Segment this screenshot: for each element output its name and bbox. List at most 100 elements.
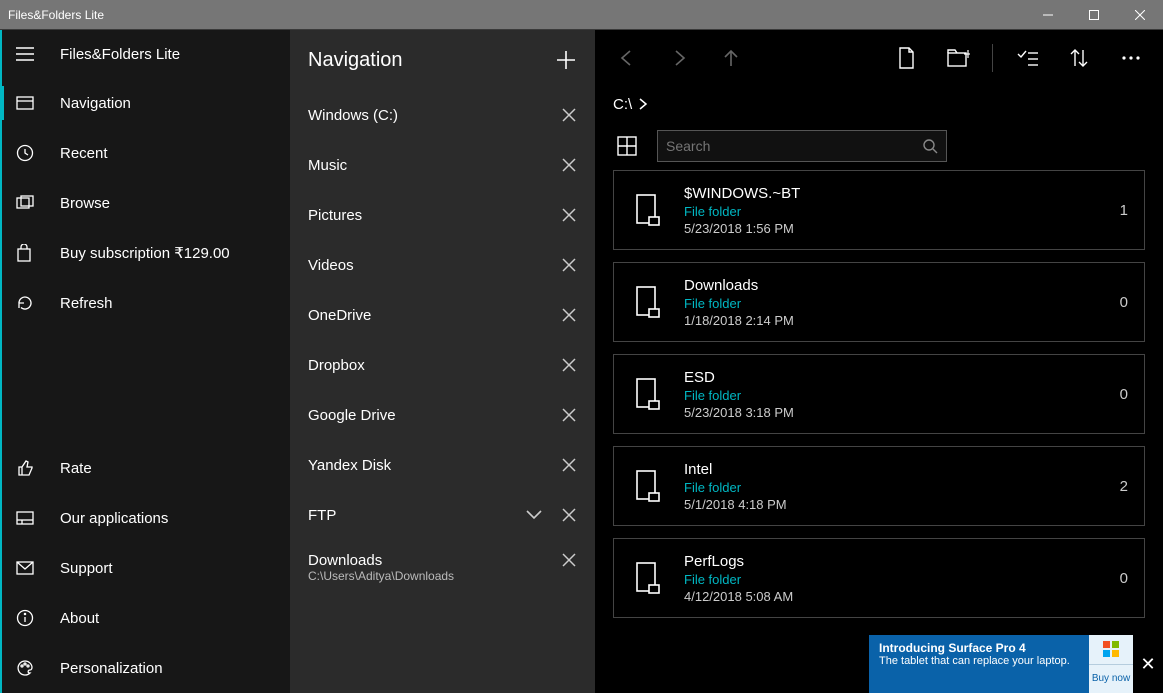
- sidebar-item-navigation[interactable]: Navigation: [2, 78, 290, 128]
- search-box[interactable]: [657, 130, 947, 162]
- file-date: 5/23/2018 1:56 PM: [684, 221, 1102, 236]
- file-type: File folder: [684, 204, 1102, 219]
- file-item[interactable]: ESD File folder 5/23/2018 3:18 PM 0: [613, 354, 1145, 434]
- ad-cta[interactable]: Buy now: [1089, 664, 1133, 693]
- navpanel-item-pictures[interactable]: Pictures: [290, 190, 595, 240]
- navpanel-item-label: Dropbox: [308, 357, 365, 374]
- navpanel-item-label: Videos: [308, 257, 354, 274]
- sidebar-spacer: [2, 328, 290, 443]
- file-count: 0: [1120, 570, 1128, 587]
- file-date: 4/12/2018 5:08 AM: [684, 589, 1102, 604]
- file-count: 0: [1120, 386, 1128, 403]
- toolbar-separator: [992, 44, 993, 72]
- view-mode-button[interactable]: [613, 132, 641, 160]
- navpanel-item-ftp[interactable]: FTP: [290, 490, 595, 540]
- forward-button[interactable]: [655, 34, 703, 82]
- navpanel-item-path: C:\Users\Aditya\Downloads: [308, 569, 454, 583]
- sidebar-item-browse[interactable]: Browse: [2, 178, 290, 228]
- sidebar-item-label: Support: [48, 560, 113, 577]
- navpanel-item-label: OneDrive: [308, 307, 371, 324]
- search-icon: [922, 138, 938, 154]
- sidebar-item-label: Our applications: [48, 510, 168, 527]
- navpanel-item-label: Downloads: [308, 552, 382, 569]
- file-type: File folder: [684, 480, 1102, 495]
- ad-content[interactable]: Introducing Surface Pro 4 The tablet tha…: [869, 635, 1089, 693]
- breadcrumb[interactable]: C:\: [595, 86, 1163, 122]
- remove-icon[interactable]: [561, 257, 577, 273]
- app-name: Files&Folders Lite: [48, 46, 180, 63]
- sidebar-item-recent[interactable]: Recent: [2, 128, 290, 178]
- back-button[interactable]: [603, 34, 651, 82]
- file-type: File folder: [684, 572, 1102, 587]
- file-count: 2: [1120, 478, 1128, 495]
- more-button[interactable]: [1107, 34, 1155, 82]
- navpanel-item-windows-c[interactable]: Windows (C:): [290, 90, 595, 140]
- remove-icon[interactable]: [561, 407, 577, 423]
- search-input[interactable]: [666, 138, 922, 154]
- remove-icon[interactable]: [561, 307, 577, 323]
- new-folder-button[interactable]: [934, 34, 982, 82]
- toolbar: [595, 30, 1163, 86]
- thumbs-up-icon: [16, 459, 48, 477]
- window-title: Files&Folders Lite: [8, 8, 1025, 22]
- navpanel-item-music[interactable]: Music: [290, 140, 595, 190]
- sort-button[interactable]: [1055, 34, 1103, 82]
- file-item[interactable]: Downloads File folder 1/18/2018 2:14 PM …: [613, 262, 1145, 342]
- sidebar-item-support[interactable]: Support: [2, 543, 290, 593]
- file-type: File folder: [684, 388, 1102, 403]
- select-button[interactable]: [1003, 34, 1051, 82]
- file-name: PerfLogs: [684, 553, 1102, 570]
- ad-close-button[interactable]: ✕: [1133, 635, 1163, 693]
- sidebar-item-label: Rate: [48, 460, 92, 477]
- sidebar-item-our-applications[interactable]: Our applications: [2, 493, 290, 543]
- microsoft-logo-icon: [1089, 635, 1133, 664]
- clock-icon: [16, 144, 48, 162]
- navpanel-item-downloads[interactable]: Downloads C:\Users\Aditya\Downloads: [290, 540, 595, 594]
- sidebar-item-about[interactable]: About: [2, 593, 290, 643]
- breadcrumb-text: C:\: [613, 96, 632, 113]
- navpanel-item-onedrive[interactable]: OneDrive: [290, 290, 595, 340]
- navpanel-item-google-drive[interactable]: Google Drive: [290, 390, 595, 440]
- remove-icon[interactable]: [561, 507, 577, 523]
- folder-icon: [630, 377, 666, 411]
- navpanel-item-dropbox[interactable]: Dropbox: [290, 340, 595, 390]
- sidebar-item-rate[interactable]: Rate: [2, 443, 290, 493]
- new-file-button[interactable]: [882, 34, 930, 82]
- navpanel-item-label: FTP: [308, 507, 336, 524]
- sidebar-item-label: Refresh: [48, 295, 113, 312]
- sidebar-item-personalization[interactable]: Personalization: [2, 643, 290, 693]
- maximize-button[interactable]: [1071, 0, 1117, 30]
- navpanel-item-yandex-disk[interactable]: Yandex Disk: [290, 440, 595, 490]
- navpanel-item-videos[interactable]: Videos: [290, 240, 595, 290]
- navigation-icon: [16, 96, 48, 110]
- apps-icon: [16, 511, 48, 525]
- file-item[interactable]: PerfLogs File folder 4/12/2018 5:08 AM 0: [613, 538, 1145, 618]
- sidebar-item-buy-subscription[interactable]: Buy subscription ₹129.00: [2, 228, 290, 278]
- file-name: Intel: [684, 461, 1102, 478]
- sidebar-header[interactable]: Files&Folders Lite: [2, 30, 290, 78]
- ad-side[interactable]: Buy now: [1089, 635, 1133, 693]
- mail-icon: [16, 561, 48, 575]
- chevron-down-icon[interactable]: [525, 509, 543, 521]
- remove-icon[interactable]: [561, 157, 577, 173]
- file-count: 1: [1120, 202, 1128, 219]
- navpanel-item-label: Yandex Disk: [308, 457, 391, 474]
- remove-icon[interactable]: [561, 552, 577, 568]
- palette-icon: [16, 659, 48, 677]
- remove-icon[interactable]: [561, 457, 577, 473]
- up-button[interactable]: [707, 34, 755, 82]
- remove-icon[interactable]: [561, 107, 577, 123]
- remove-icon[interactable]: [561, 357, 577, 373]
- close-button[interactable]: [1117, 0, 1163, 30]
- navpanel-item-label: Music: [308, 157, 347, 174]
- browse-icon: [16, 195, 48, 211]
- add-location-button[interactable]: [555, 49, 577, 71]
- sidebar-item-label: Recent: [48, 145, 108, 162]
- minimize-button[interactable]: [1025, 0, 1071, 30]
- remove-icon[interactable]: [561, 207, 577, 223]
- file-item[interactable]: Intel File folder 5/1/2018 4:18 PM 2: [613, 446, 1145, 526]
- hamburger-icon: [16, 47, 48, 61]
- file-item[interactable]: $WINDOWS.~BT File folder 5/23/2018 1:56 …: [613, 170, 1145, 250]
- file-date: 5/23/2018 3:18 PM: [684, 405, 1102, 420]
- sidebar-item-refresh[interactable]: Refresh: [2, 278, 290, 328]
